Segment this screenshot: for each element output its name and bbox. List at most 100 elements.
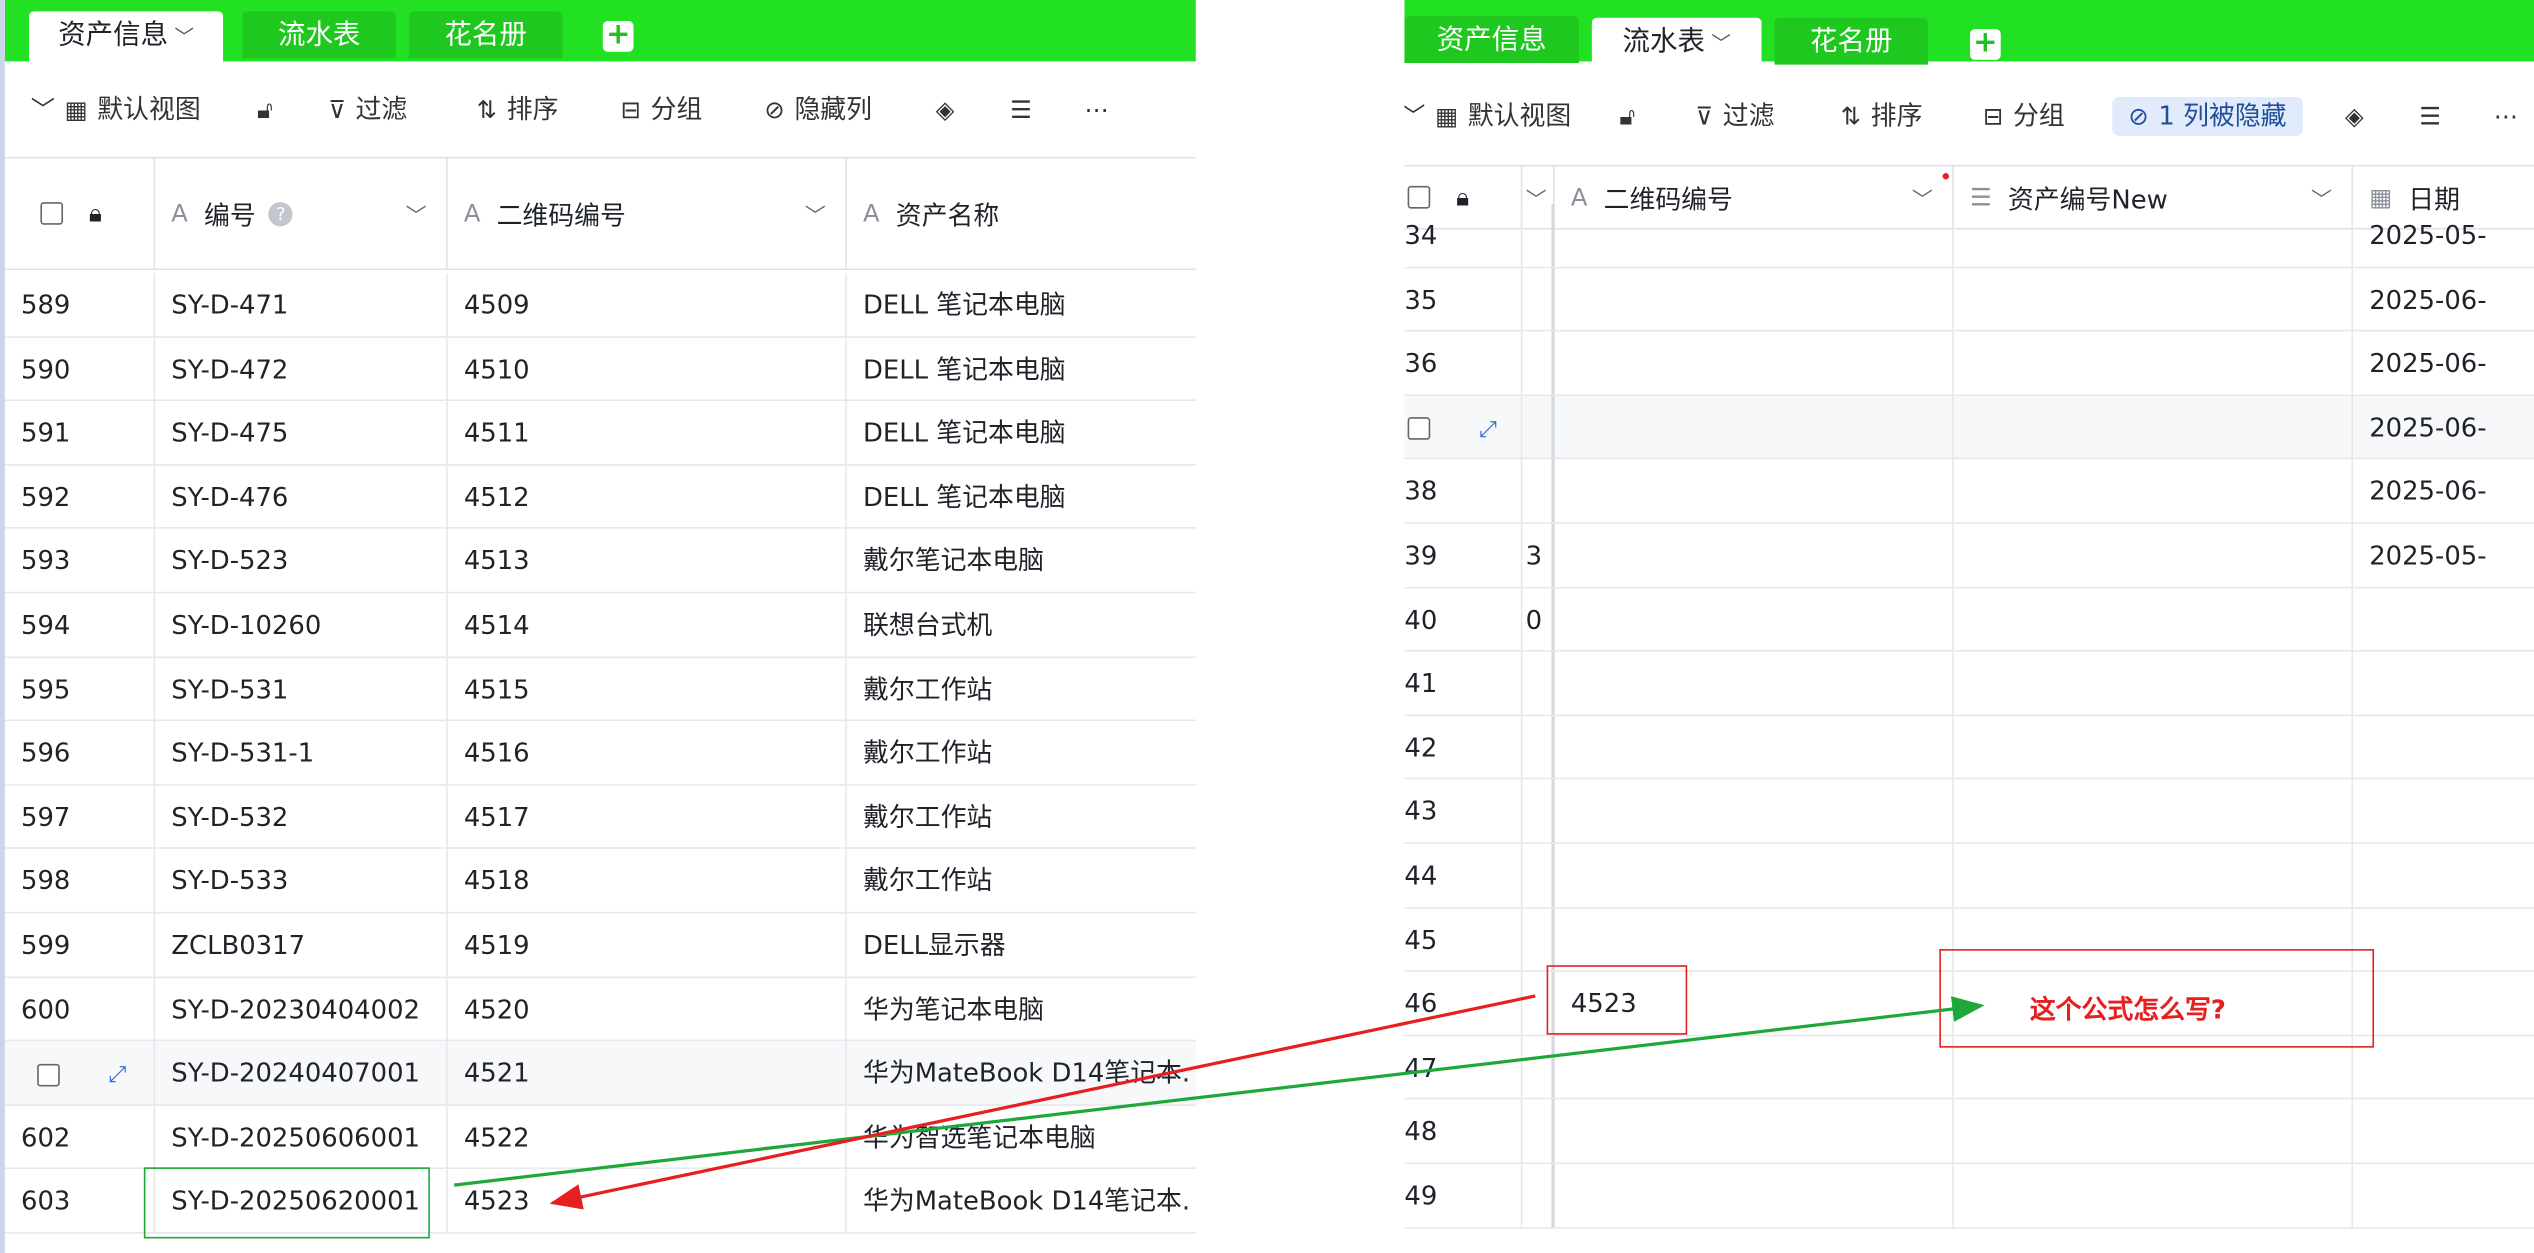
qr-cell[interactable] xyxy=(1555,459,1954,523)
view-switcher[interactable]: ﹀ ▦ 默认视图 xyxy=(1404,97,1571,136)
code-cell[interactable]: SY-D-531 xyxy=(155,657,448,720)
code-cell[interactable]: SY-D-20250606001 xyxy=(155,1105,448,1168)
hidden-columns-button[interactable]: ⊘ 1 列被隐藏 xyxy=(2112,97,2303,136)
qr-cell[interactable] xyxy=(1555,907,1954,971)
qr-cell[interactable] xyxy=(1555,523,1954,587)
table-row[interactable]: 598 SY-D-533 4518 戴尔工作站 xyxy=(4,849,1196,914)
asset-code-new-cell[interactable] xyxy=(1954,779,2354,843)
qr-cell[interactable]: 4514 xyxy=(448,593,847,656)
code-cell[interactable]: SY-D-20240407001 xyxy=(155,1041,448,1104)
qr-cell[interactable] xyxy=(1555,267,1954,331)
lock-icon[interactable]: 🔓︎ xyxy=(257,91,282,130)
code-cell[interactable]: SY-D-532 xyxy=(155,785,448,848)
table-row[interactable]: 43 xyxy=(1404,779,2534,844)
date-cell[interactable] xyxy=(2353,908,2534,970)
table-row[interactable]: 44 xyxy=(1404,843,2534,908)
table-row[interactable]: 599 ZCLB0317 4519 DELL显示器 xyxy=(4,913,1196,978)
date-cell[interactable] xyxy=(2353,780,2534,842)
qr-cell[interactable]: 4516 xyxy=(448,721,847,784)
date-cell[interactable]: 2025-06- xyxy=(2353,396,2534,458)
table-row[interactable]: 602 SY-D-20250606001 4522 华为智选笔记本电脑 xyxy=(4,1105,1196,1170)
hidden-col-cell[interactable] xyxy=(1522,843,1555,907)
qr-cell[interactable] xyxy=(1555,1100,1954,1163)
table-row[interactable]: 594 SY-D-10260 4514 联想台式机 xyxy=(4,593,1196,658)
code-cell[interactable]: SY-D-533 xyxy=(155,849,448,912)
table-row[interactable]: 34 2025-05- xyxy=(1404,203,2534,268)
asset-name-cell[interactable]: 戴尔工作站 xyxy=(847,785,1196,847)
header-asset-name[interactable]: A 资产名称 xyxy=(847,158,1196,268)
date-cell[interactable] xyxy=(2353,1100,2534,1162)
asset-code-new-cell[interactable] xyxy=(1954,587,2354,651)
row-checkbox[interactable] xyxy=(37,1063,60,1086)
table-row[interactable]: 35 2025-06- xyxy=(1404,267,2534,332)
qr-cell[interactable]: 4522 xyxy=(448,1105,847,1168)
date-cell[interactable] xyxy=(2353,652,2534,714)
table-row[interactable]: 590 SY-D-472 4510 DELL 笔记本电脑 xyxy=(4,337,1196,402)
hidden-col-cell[interactable] xyxy=(1522,267,1555,331)
row-checkbox[interactable] xyxy=(1407,417,1431,441)
date-cell[interactable]: 2025-05- xyxy=(2353,204,2534,266)
asset-code-new-cell[interactable] xyxy=(1954,395,2354,459)
qr-cell[interactable] xyxy=(1555,715,1954,779)
tab-flow[interactable]: 流水表 xyxy=(242,11,396,59)
table-row[interactable]: 41 xyxy=(1404,651,2534,716)
code-cell[interactable]: SY-D-20230404002 xyxy=(155,977,448,1040)
add-tab-icon[interactable]: + xyxy=(1970,28,2001,60)
code-cell[interactable]: SY-D-523 xyxy=(155,529,448,592)
asset-name-cell[interactable]: 联想台式机 xyxy=(847,593,1196,655)
date-cell[interactable] xyxy=(2353,844,2534,906)
qr-cell[interactable]: 4509 xyxy=(448,273,847,336)
table-row[interactable]: 596 SY-D-531-1 4516 戴尔工作站 xyxy=(4,721,1196,786)
filter-button[interactable]: ⊽ 过滤 xyxy=(328,91,407,130)
asset-code-new-cell[interactable] xyxy=(1954,1164,2354,1227)
asset-name-cell[interactable]: 华为MateBook D14笔记本. xyxy=(847,1042,1196,1104)
qr-cell[interactable]: 4512 xyxy=(448,465,847,528)
header-qr[interactable]: A 二维码编号 ﹀ xyxy=(448,158,847,269)
hidden-col-cell[interactable] xyxy=(1522,907,1555,971)
expand-icon[interactable]: ⤢ xyxy=(1479,417,1497,443)
date-cell[interactable] xyxy=(2353,972,2534,1034)
code-cell[interactable]: SY-D-531-1 xyxy=(155,721,448,784)
asset-code-new-cell[interactable] xyxy=(1954,1100,2354,1163)
table-row[interactable]: 40 0 xyxy=(1404,587,2534,652)
hidden-col-cell[interactable] xyxy=(1522,203,1555,267)
date-cell[interactable]: 2025-06- xyxy=(2353,460,2534,522)
asset-name-cell[interactable]: 戴尔工作站 xyxy=(847,657,1196,719)
more-icon[interactable]: ⋯ xyxy=(1084,91,1118,130)
date-cell[interactable]: 2025-05- xyxy=(2353,524,2534,586)
table-row[interactable]: 39 3 2025-05- xyxy=(1404,523,2534,588)
qr-cell[interactable]: 4519 xyxy=(448,913,847,976)
hidden-col-cell[interactable]: 3 xyxy=(1522,523,1555,587)
asset-name-cell[interactable]: 华为笔记本电脑 xyxy=(847,978,1196,1040)
fill-color-icon[interactable]: ◈ xyxy=(2345,97,2373,136)
hidden-col-cell[interactable] xyxy=(1522,395,1555,459)
asset-code-new-cell[interactable] xyxy=(1954,267,2354,331)
asset-name-cell[interactable]: 戴尔工作站 xyxy=(847,721,1196,783)
qr-cell[interactable] xyxy=(1555,587,1954,651)
table-row[interactable]: 49 xyxy=(1404,1164,2534,1229)
asset-code-new-cell[interactable] xyxy=(1954,715,2354,779)
group-button[interactable]: ⊟ 分组 xyxy=(1983,97,2065,136)
asset-code-new-cell[interactable] xyxy=(1954,459,2354,523)
group-button[interactable]: ⊟ 分组 xyxy=(621,91,703,130)
table-row[interactable]: 595 SY-D-531 4515 戴尔工作站 xyxy=(4,657,1196,722)
qr-cell[interactable]: 4520 xyxy=(448,977,847,1040)
qr-cell[interactable]: 4513 xyxy=(448,529,847,592)
asset-code-new-cell[interactable] xyxy=(1954,651,2354,715)
date-cell[interactable] xyxy=(2353,1036,2534,1098)
hidden-col-cell[interactable] xyxy=(1522,779,1555,843)
hidden-col-cell[interactable] xyxy=(1522,1100,1555,1163)
hidden-col-cell[interactable] xyxy=(1522,1036,1555,1099)
tab-asset-info[interactable]: 资产信息 ﹀ xyxy=(29,11,224,62)
hidden-col-cell[interactable] xyxy=(1522,715,1555,779)
table-row[interactable]: 48 xyxy=(1404,1100,2534,1165)
select-all-checkbox[interactable] xyxy=(40,202,64,225)
asset-code-new-cell[interactable] xyxy=(1954,523,2354,587)
table-row[interactable]: 593 SY-D-523 4513 戴尔笔记本电脑 xyxy=(4,529,1196,594)
row-height-icon[interactable]: ☰ xyxy=(2419,97,2450,136)
hidden-col-cell[interactable] xyxy=(1522,1164,1555,1227)
hidden-col-cell[interactable] xyxy=(1522,459,1555,523)
chevron-down-icon[interactable]: ﹀ xyxy=(406,198,427,229)
table-row[interactable]: 42 xyxy=(1404,715,2534,780)
qr-cell[interactable] xyxy=(1555,1036,1954,1099)
